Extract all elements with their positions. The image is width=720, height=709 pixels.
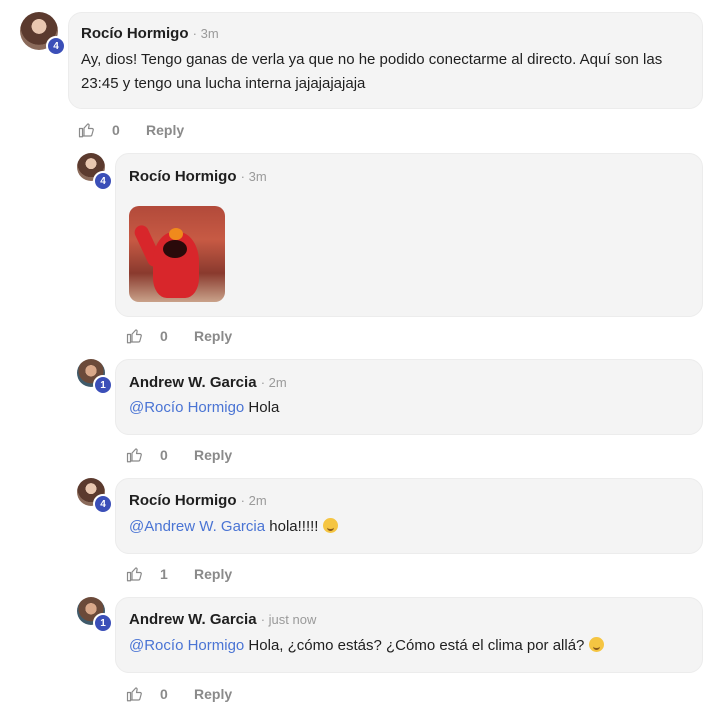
timestamp: · 3m [240, 169, 267, 184]
like-count: 1 [160, 566, 168, 582]
thumbs-up-icon[interactable] [78, 121, 96, 139]
user-mention[interactable]: @Rocío Hormigo [129, 399, 244, 416]
gif-art [163, 240, 187, 258]
timestamp: · 2m [240, 493, 267, 508]
thumbs-up-icon[interactable] [126, 446, 144, 464]
timestamp: · just now [260, 612, 317, 627]
reply-button[interactable]: Reply [194, 447, 232, 463]
reply-button[interactable]: Reply [194, 686, 232, 702]
user-mention[interactable]: @Andrew W. Garcia [129, 518, 265, 535]
thumbs-up-icon[interactable] [126, 327, 144, 345]
like-count: 0 [112, 122, 120, 138]
level-badge: 1 [93, 613, 113, 633]
thumbs-up-icon[interactable] [126, 685, 144, 703]
comment-body: Hola [244, 399, 280, 416]
reply-button[interactable]: Reply [146, 122, 184, 138]
author-name[interactable]: Rocío Hormigo [81, 25, 189, 42]
comment-body: hola!!!!! [265, 518, 323, 535]
relieved-emoji-icon [322, 518, 338, 533]
timestamp: · 2m [260, 375, 287, 390]
reply-button[interactable]: Reply [194, 566, 232, 582]
gif-art [169, 228, 183, 240]
like-count: 0 [160, 686, 168, 702]
like-count: 0 [160, 447, 168, 463]
thumbs-up-icon[interactable] [126, 565, 144, 583]
level-badge: 4 [93, 171, 113, 191]
like-count: 0 [160, 328, 168, 344]
level-badge: 1 [93, 375, 113, 395]
smile-emoji-icon [588, 637, 604, 652]
comment-text: @Rocío Hormigo Hola, ¿cómo estás? ¿Cómo … [129, 634, 604, 658]
timestamp: · 3m [192, 26, 219, 41]
comment-text: Ay, dios! Tengo ganas de verla ya que no… [81, 51, 663, 92]
comment-text: @Andrew W. Garcia hola!!!!! [129, 515, 338, 539]
comment-text: @Rocío Hormigo Hola [129, 396, 279, 420]
author-name[interactable]: Andrew W. Garcia [129, 611, 257, 628]
user-mention[interactable]: @Rocío Hormigo [129, 637, 244, 654]
reply-button[interactable]: Reply [194, 328, 232, 344]
author-name[interactable]: Andrew W. Garcia [129, 374, 257, 391]
level-badge: 4 [46, 36, 66, 56]
author-name[interactable]: Rocío Hormigo [129, 492, 237, 509]
level-badge: 4 [93, 494, 113, 514]
elmo-gif[interactable] [129, 206, 225, 302]
author-name[interactable]: Rocío Hormigo [129, 168, 237, 185]
comment-body: Hola, ¿cómo estás? ¿Cómo está el clima p… [244, 637, 589, 654]
